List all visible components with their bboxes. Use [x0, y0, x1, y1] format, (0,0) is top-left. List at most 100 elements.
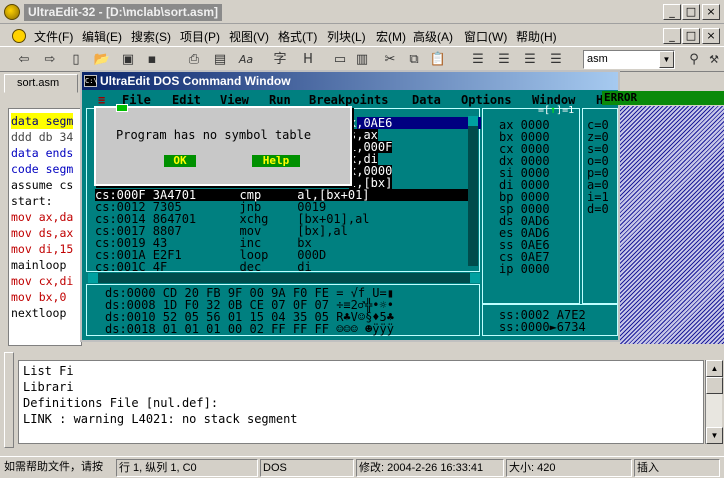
dos-system-menu-icon[interactable]: ≡ — [98, 93, 105, 107]
editor-line: mainloop — [11, 258, 67, 272]
word-wrap-icon[interactable]: 字 — [270, 50, 290, 70]
editor-line: mov bx,0 — [11, 290, 67, 304]
error-badge: ERROR — [602, 91, 724, 105]
hscroll-right-icon[interactable] — [470, 273, 480, 283]
filetype-value: asm — [587, 53, 608, 65]
dos-menu-view[interactable]: View — [220, 93, 249, 107]
symbol-table-dialog[interactable]: Program has no symbol table OK Help — [94, 104, 352, 186]
mdi-minimize-button[interactable]: _ — [663, 28, 681, 44]
dialog-help-button[interactable]: Help — [252, 155, 300, 167]
dos-menu-data[interactable]: Data — [412, 93, 441, 107]
register: ip 0000 — [499, 262, 550, 276]
tab-sort-asm[interactable]: sort.asm — [4, 74, 78, 93]
dos-icon[interactable]: C:\ — [84, 75, 98, 87]
menu-project[interactable]: 项目(P) — [180, 28, 220, 45]
scroll-down-icon[interactable]: ▼ — [706, 427, 723, 444]
dos-menu-options[interactable]: Options — [461, 93, 512, 107]
panel-number: 1 — [568, 105, 575, 116]
tools-icon[interactable]: ⚒ — [704, 50, 724, 70]
font-icon[interactable]: Aa — [236, 50, 256, 70]
menu-help[interactable]: 帮助(H) — [516, 28, 557, 45]
editor-line: mov ax,da — [11, 210, 74, 224]
code-vscroll[interactable] — [468, 116, 478, 266]
registers-pane[interactable]: ax 0000 bx 0000 cx 0000 dx 0000 si 0000 … — [482, 108, 580, 304]
align-left-icon[interactable]: ☰ — [468, 50, 488, 70]
mdi-maximize-button[interactable]: □ — [682, 28, 700, 44]
code-hscroll[interactable] — [88, 273, 480, 283]
binoculars-icon[interactable]: ⚲ — [684, 50, 704, 70]
file-tab-bar: sort.asm — [0, 72, 82, 94]
dos-menu-breakpoints[interactable]: Breakpoints — [309, 93, 388, 107]
open-folder-icon[interactable]: 📂 — [92, 50, 112, 70]
close-button[interactable]: × — [702, 4, 720, 20]
maximize-button[interactable]: □ — [682, 4, 700, 20]
code-line: cs:001C 4F dec di — [95, 260, 312, 274]
flags-pane[interactable]: c=0 z=0 s=0 o=0 p=0 a=0 i=1 d=0 — [582, 108, 618, 304]
dos-menu-edit[interactable]: Edit — [172, 93, 201, 107]
filetype-combo[interactable]: asm ▼ — [583, 50, 675, 69]
save-icon[interactable]: ▪ — [142, 50, 162, 70]
hex-mode-icon[interactable]: H — [298, 50, 318, 70]
scroll-thumb[interactable] — [706, 377, 723, 394]
title-bar: UltraEdit-32 - [D:\mclab\sort.asm] _ □ × — [0, 0, 724, 24]
editor-line: mov di,15 — [11, 242, 74, 256]
editor-line: assume cs — [11, 178, 74, 192]
copy-icon[interactable]: ⧉ — [404, 50, 424, 70]
stack-line: ss:0000►6734 — [499, 320, 586, 334]
hscroll-left-icon[interactable] — [88, 273, 98, 283]
print-preview-icon[interactable]: ▤ — [210, 50, 230, 70]
status-bar: 如需帮助文件，请按 行 1, 纵列 1, C0 DOS 修改: 2004-2-2… — [0, 456, 724, 478]
menu-column[interactable]: 列块(L) — [327, 28, 366, 45]
menu-window[interactable]: 窗口(W) — [464, 28, 507, 45]
back-icon[interactable]: ⇦ — [14, 50, 34, 70]
editor-line: mov ds,ax — [11, 226, 74, 240]
menu-advanced[interactable]: 高级(A) — [413, 28, 453, 45]
justify-icon[interactable]: ☰ — [546, 50, 566, 70]
mdi-close-button[interactable]: × — [702, 28, 720, 44]
paste-icon[interactable]: 📋 — [428, 50, 448, 70]
menu-file[interactable]: 文件(F) — [34, 28, 73, 45]
menu-view[interactable]: 视图(V) — [229, 28, 269, 45]
forward-icon[interactable]: ⇨ — [40, 50, 60, 70]
dos-window-title: UltraEdit DOS Command Window — [82, 72, 618, 90]
background-hatch — [620, 106, 724, 344]
memory-dump-pane[interactable]: ds:0000 CD 20 FB 9F 00 9A F0 FE = √f U=▮… — [86, 284, 480, 336]
print-icon[interactable]: ⎙ — [184, 50, 204, 70]
line-numbers-icon[interactable]: ▭ — [330, 50, 350, 70]
panel-marker[interactable]: =[↑]=1 — [538, 106, 598, 116]
dialog-close-icon[interactable] — [116, 104, 128, 112]
output-grip[interactable] — [4, 352, 14, 448]
dump-line: ds:0018 01 01 01 00 02 FF FF FF ☺☺☺ ☻ÿÿÿ — [105, 322, 394, 336]
scroll-up-icon[interactable]: ▲ — [706, 360, 723, 377]
output-line: Librari — [23, 380, 74, 394]
minimize-button[interactable]: _ — [663, 4, 681, 20]
editor-line: start: — [11, 194, 53, 208]
menu-edit[interactable]: 编辑(E) — [82, 28, 122, 45]
menu-search[interactable]: 搜索(S) — [131, 28, 171, 45]
output-scrollbar[interactable]: ▲ ▼ — [705, 360, 723, 444]
align-right-icon[interactable]: ☰ — [520, 50, 540, 70]
chevron-down-icon[interactable]: ▼ — [659, 51, 674, 68]
code-scroll-up-icon[interactable] — [468, 116, 478, 126]
document-icon[interactable] — [12, 29, 26, 43]
menu-macro[interactable]: 宏(M) — [376, 28, 406, 45]
menu-bar: 文件(F) 编辑(E) 搜索(S) 项目(P) 视图(V) 格式(T) 列块(L… — [0, 25, 724, 46]
editor-line: mov cx,di — [11, 274, 74, 288]
editor-pane[interactable]: data segm ddd db 34 data ends code segm … — [8, 108, 82, 346]
close-file-icon[interactable]: ▣ — [118, 50, 138, 70]
menu-format[interactable]: 格式(T) — [278, 28, 317, 45]
output-pane[interactable]: List Fi Librari Definitions File [nul.de… — [18, 360, 704, 444]
cut-icon[interactable]: ✂ — [380, 50, 400, 70]
output-line: List Fi — [23, 364, 74, 378]
stack-pane[interactable]: ss:0002 A7E2 ss:0000►6734 — [482, 304, 618, 336]
align-center-icon[interactable]: ☰ — [494, 50, 514, 70]
status-help: 如需帮助文件，请按 — [4, 461, 103, 473]
editor-line: ddd db 34 — [11, 130, 74, 144]
dos-menu-run[interactable]: Run — [269, 93, 291, 107]
status-modified: 修改: 2004-2-26 16:33:41 — [356, 459, 504, 477]
columns-icon[interactable]: ▥ — [352, 50, 372, 70]
app-icon[interactable] — [4, 4, 20, 20]
dos-menu-bar: ≡ File Edit View Run Breakpoints Data Op… — [82, 92, 618, 107]
dialog-ok-button[interactable]: OK — [164, 155, 196, 167]
new-file-icon[interactable]: ▯ — [66, 50, 86, 70]
